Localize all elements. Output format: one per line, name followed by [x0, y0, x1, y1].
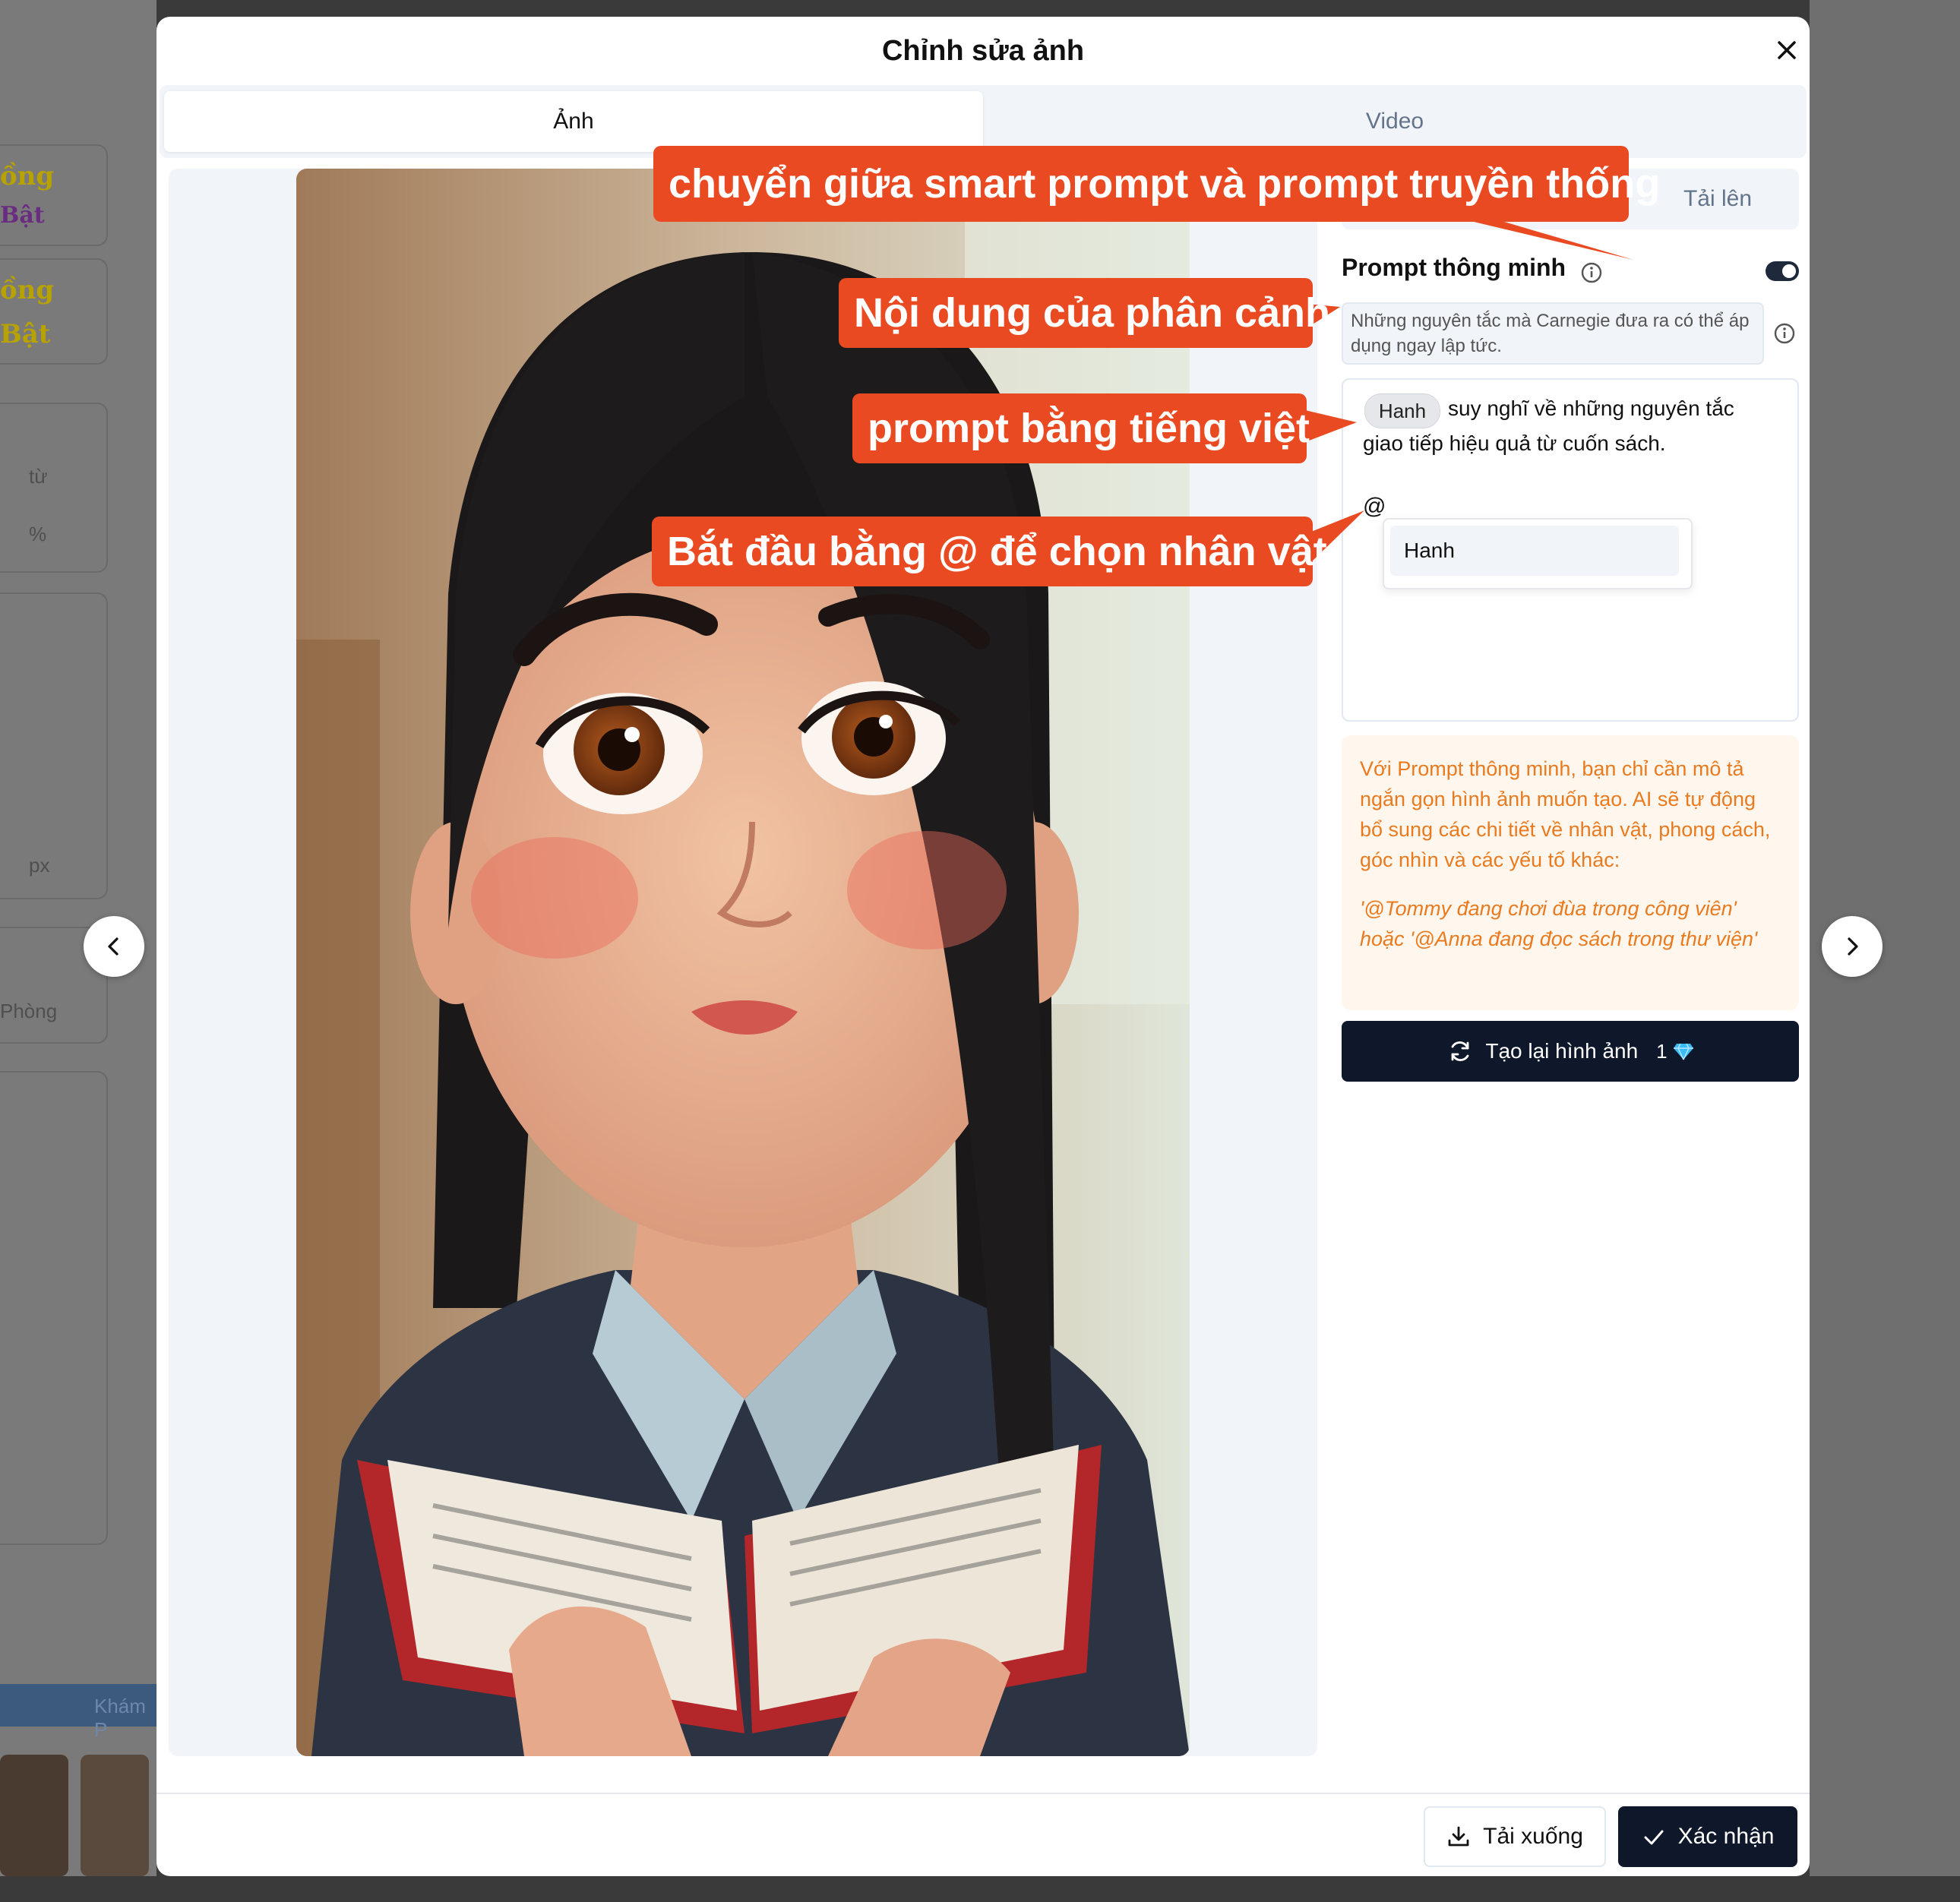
- callout-pointer: [1305, 410, 1357, 442]
- annotation-toggle-note: chuyển giữa smart prompt và prompt truyề…: [653, 146, 1660, 222]
- callout-pointer: [1474, 222, 1633, 260]
- annotation-prompt-note: prompt bằng tiếng việt: [852, 393, 1310, 463]
- annotation-mention-note: Bắt đầu bằng @ để chọn nhân vật: [652, 517, 1327, 586]
- annotation-scene-note: Nội dung của phân cảnh: [839, 278, 1330, 348]
